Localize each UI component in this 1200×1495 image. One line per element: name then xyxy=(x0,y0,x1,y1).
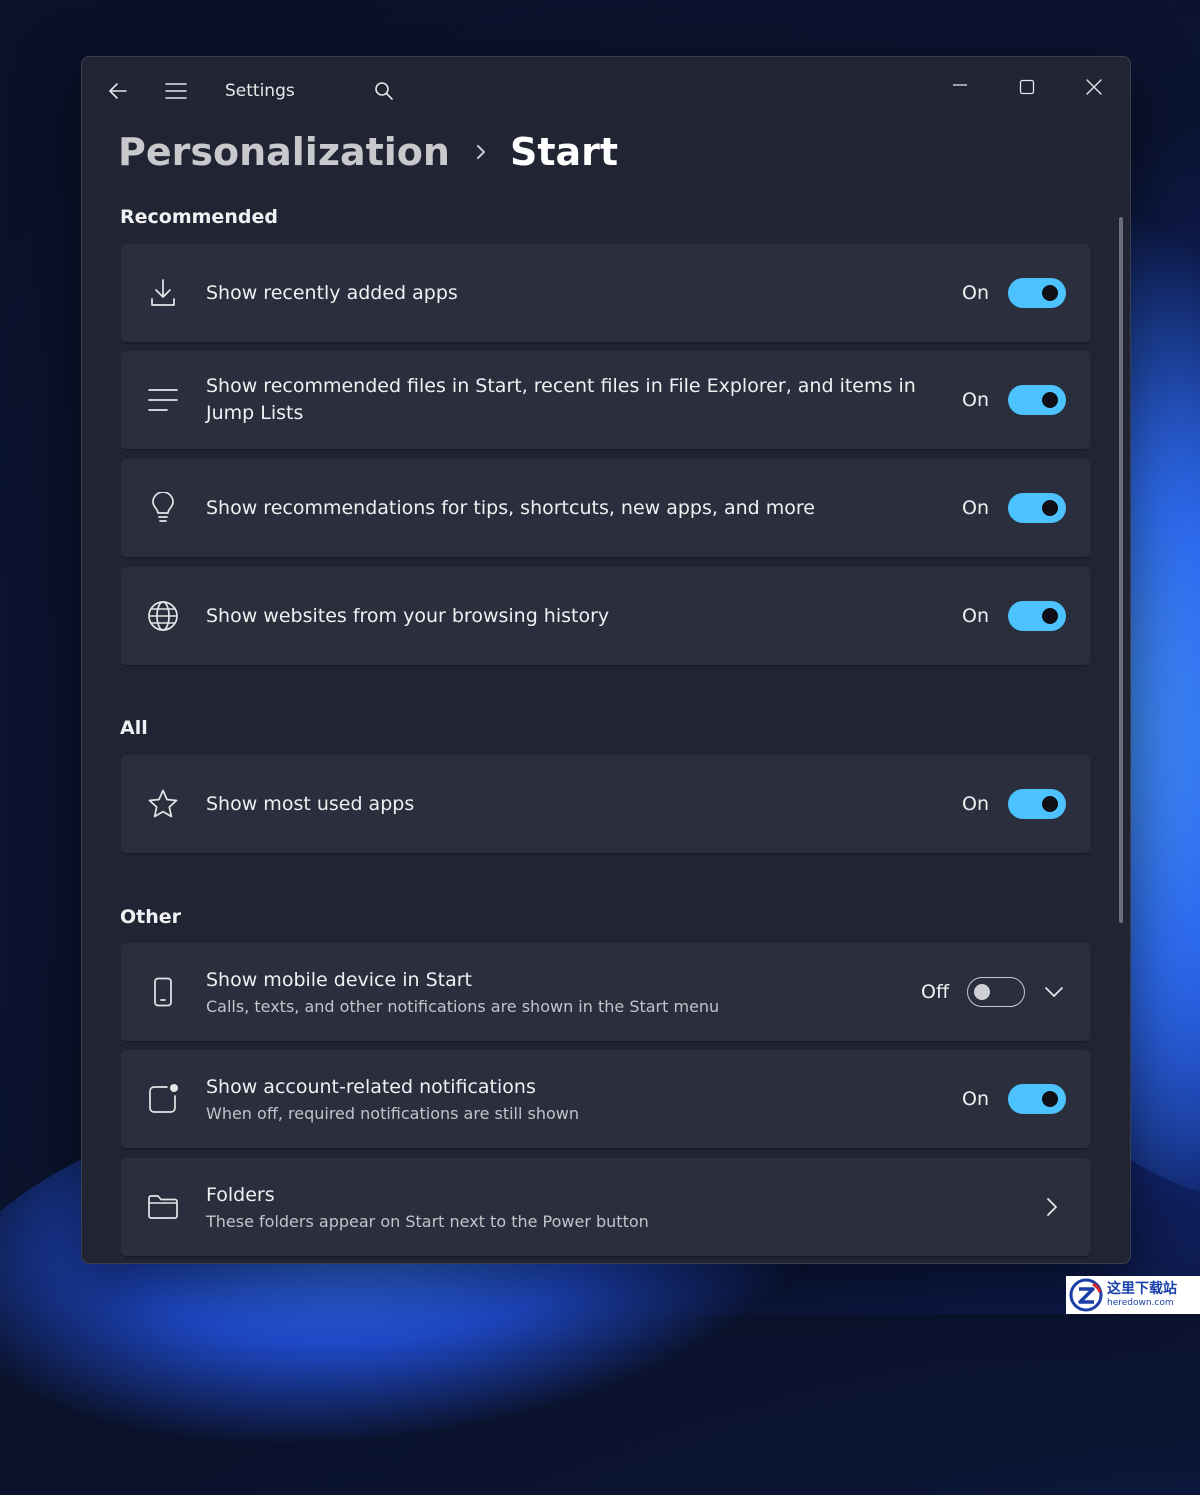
setting-label: Folders xyxy=(206,1183,275,1206)
close-button[interactable] xyxy=(1064,65,1124,109)
setting-label: Show recently added apps xyxy=(206,281,458,304)
setting-description: When off, required notifications are sti… xyxy=(206,1103,580,1123)
setting-account-notifications: Show account-related notifications When … xyxy=(121,1050,1090,1150)
list-icon xyxy=(143,351,183,449)
breadcrumb: Personalization Start xyxy=(118,127,618,177)
globe-icon xyxy=(143,567,183,665)
setting-label: Show mobile device in Start xyxy=(206,968,473,991)
setting-recently-added-apps: Show recently added apps On xyxy=(121,244,1090,344)
back-button[interactable] xyxy=(100,75,136,107)
toggle-knob xyxy=(1042,285,1058,301)
minimize-icon xyxy=(953,84,967,86)
toggle-state-text: On xyxy=(962,1088,989,1110)
section-title-all: All xyxy=(120,717,148,739)
navigate-folders-button[interactable] xyxy=(1045,1158,1059,1256)
notification-badge-icon xyxy=(143,1050,183,1148)
watermark: 这里下载站 heredown.com xyxy=(1066,1276,1200,1314)
download-icon xyxy=(143,244,183,342)
chevron-right-icon xyxy=(1047,1198,1057,1216)
toggle-browsing-history[interactable] xyxy=(1008,601,1066,631)
maximize-button[interactable] xyxy=(997,65,1057,109)
section-title-other: Other xyxy=(120,906,182,928)
toggle-state-text: On xyxy=(962,389,989,411)
setting-label: Show account-related notifications xyxy=(206,1075,536,1098)
back-arrow-icon xyxy=(109,83,127,99)
folder-icon xyxy=(143,1158,183,1256)
setting-most-used-apps: Show most used apps On xyxy=(121,755,1090,855)
section-title-recommended: Recommended xyxy=(120,206,278,228)
toggle-knob xyxy=(1042,796,1058,812)
toggle-state-text: On xyxy=(962,497,989,519)
setting-label: Show most used apps xyxy=(206,792,415,815)
settings-window: Settings Personalization Start Recommend… xyxy=(81,56,1131,1264)
toggle-knob xyxy=(1042,500,1058,516)
app-title: Settings xyxy=(225,81,295,101)
star-icon xyxy=(143,755,183,853)
toggle-recently-added-apps[interactable] xyxy=(1008,278,1066,308)
hamburger-icon xyxy=(165,83,187,99)
setting-label: Show recommended files in Start, recent … xyxy=(206,375,916,424)
toggle-state-text: On xyxy=(962,605,989,627)
toggle-knob xyxy=(1042,1091,1058,1107)
toggle-state-text: On xyxy=(962,793,989,815)
toggle-recommended-files[interactable] xyxy=(1008,385,1066,415)
watermark-logo-icon xyxy=(1069,1278,1103,1312)
toggle-account-notifications[interactable] xyxy=(1008,1084,1066,1114)
setting-mobile-device[interactable]: Show mobile device in Start Calls, texts… xyxy=(121,943,1090,1043)
lightbulb-icon xyxy=(143,459,183,557)
title-bar: Settings xyxy=(82,57,1130,127)
setting-recommended-files: Show recommended files in Start, recent … xyxy=(121,351,1090,451)
setting-description: Calls, texts, and other notifications ar… xyxy=(206,996,720,1016)
toggle-tips-recommendations[interactable] xyxy=(1008,493,1066,523)
search-icon xyxy=(375,82,393,100)
watermark-text-en: heredown.com xyxy=(1107,1298,1174,1308)
watermark-text-cn: 这里下载站 xyxy=(1107,1281,1177,1297)
breadcrumb-personalization[interactable]: Personalization xyxy=(118,130,450,174)
chevron-down-icon xyxy=(1045,987,1063,997)
chevron-right-icon xyxy=(474,142,488,162)
minimize-button[interactable] xyxy=(930,65,990,109)
toggle-state-text: On xyxy=(962,282,989,304)
close-icon xyxy=(1086,79,1102,95)
search-button[interactable] xyxy=(366,75,402,107)
setting-folders[interactable]: Folders These folders appear on Start ne… xyxy=(121,1158,1090,1258)
toggle-knob xyxy=(1042,608,1058,624)
maximize-icon xyxy=(1019,79,1035,95)
phone-icon xyxy=(143,943,183,1041)
setting-tips-recommendations: Show recommendations for tips, shortcuts… xyxy=(121,459,1090,559)
toggle-knob xyxy=(974,984,990,1000)
page-title: Start xyxy=(509,130,619,174)
toggle-mobile-device[interactable] xyxy=(967,977,1025,1007)
setting-label: Show websites from your browsing history xyxy=(206,604,610,627)
toggle-knob xyxy=(1042,392,1058,408)
setting-browsing-history: Show websites from your browsing history… xyxy=(121,567,1090,667)
setting-description: These folders appear on Start next to th… xyxy=(206,1211,649,1231)
scrollbar[interactable] xyxy=(1119,217,1123,923)
expand-button[interactable] xyxy=(1043,943,1065,1041)
navigation-menu-button[interactable] xyxy=(158,75,194,107)
toggle-most-used-apps[interactable] xyxy=(1008,789,1066,819)
setting-label: Show recommendations for tips, shortcuts… xyxy=(206,496,815,519)
toggle-state-text: Off xyxy=(921,981,950,1003)
